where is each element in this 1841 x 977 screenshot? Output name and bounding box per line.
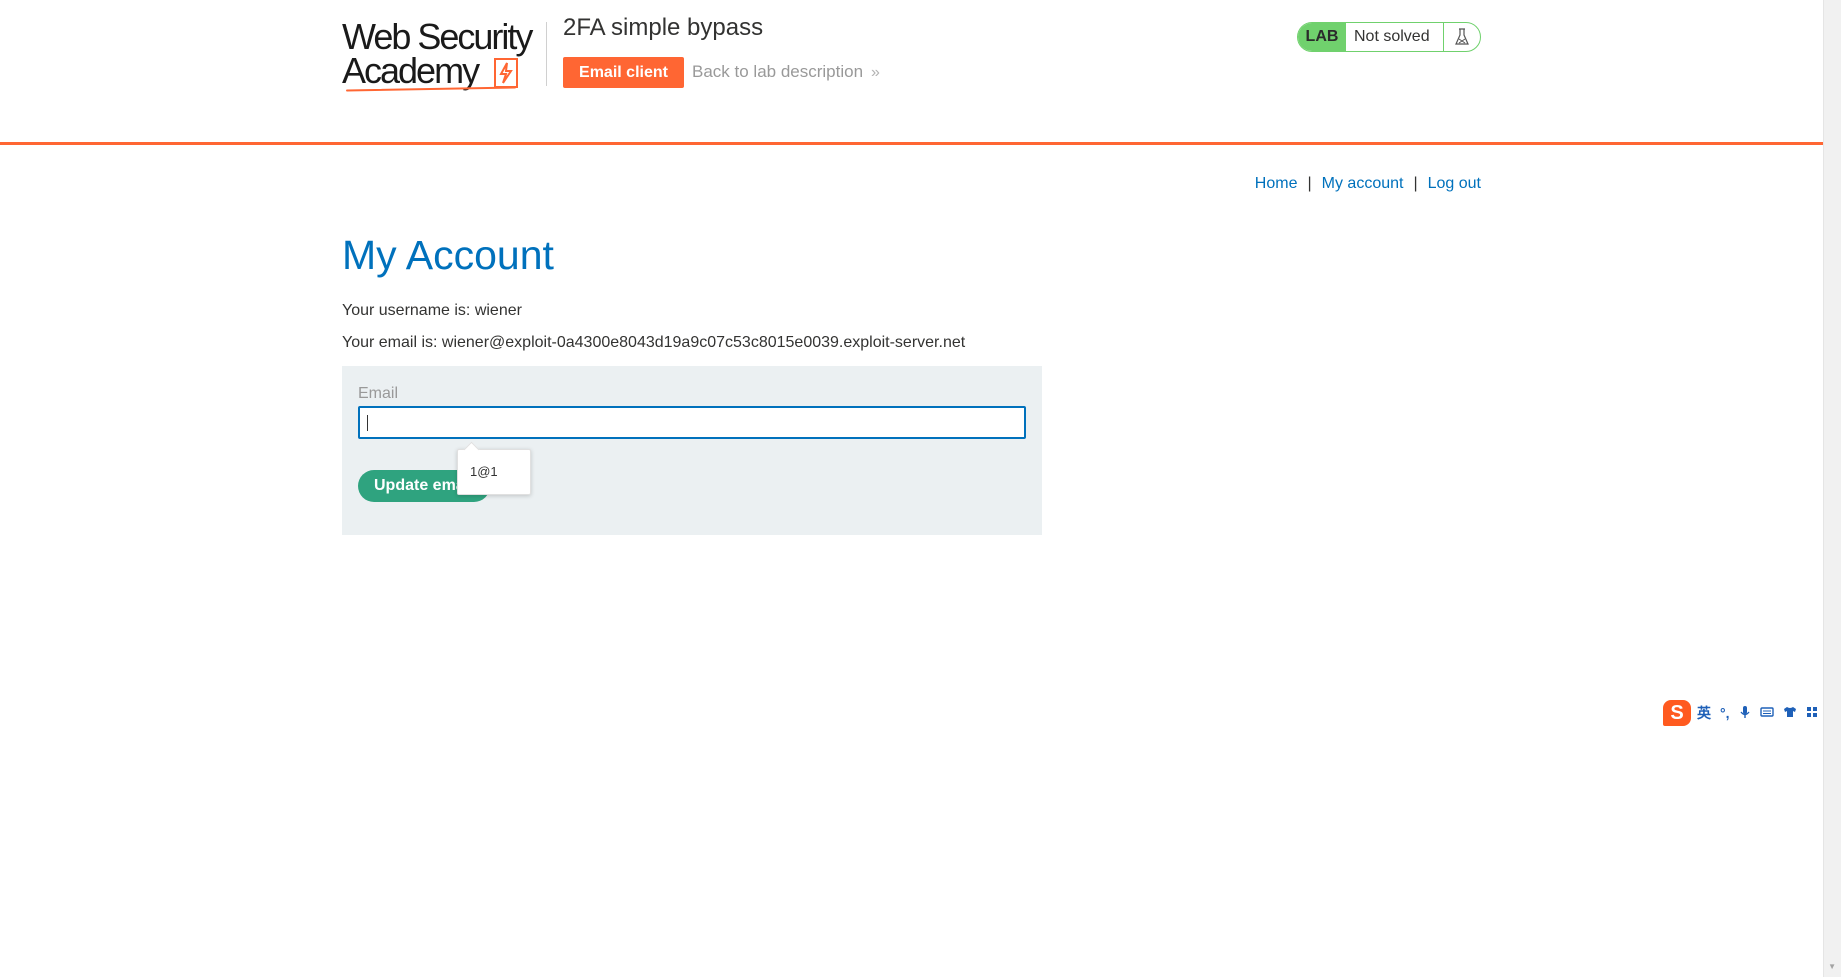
logo-text-line2: Academy: [342, 50, 480, 91]
update-email-form: Email Update email: [342, 366, 1042, 535]
nav-separator: |: [1307, 175, 1312, 192]
back-link-label: Back to lab description: [692, 62, 864, 81]
account-nav: Home | My account | Log out: [1255, 175, 1481, 193]
ime-language-toggle[interactable]: 英: [1697, 703, 1711, 723]
keyboard-icon[interactable]: [1759, 705, 1774, 721]
lab-status-widget: LAB Not solved: [1297, 22, 1481, 52]
ime-punctuation-toggle[interactable]: °,: [1720, 705, 1730, 721]
lab-status-text: Not solved: [1354, 28, 1430, 45]
email-field-label: Email: [358, 385, 399, 402]
back-to-lab-description-link[interactable]: Back to lab description »: [692, 62, 880, 82]
email-line: Your email is: wiener@exploit-0a4300e804…: [342, 334, 966, 351]
site-header: Web Security Academy 2FA simple bypass E…: [0, 0, 1823, 145]
username-line: Your username is: wiener: [342, 302, 522, 319]
logo-text-line1: Web Security: [342, 16, 533, 57]
mic-icon[interactable]: [1739, 705, 1751, 722]
vertical-scrollbar[interactable]: ▼: [1823, 0, 1841, 977]
grid-icon[interactable]: [1806, 705, 1818, 721]
scroll-down-arrow-icon[interactable]: ▼: [1828, 962, 1836, 971]
autocomplete-option[interactable]: 1@1: [470, 464, 498, 479]
email-client-button[interactable]: Email client: [563, 57, 684, 88]
nav-log-out-link[interactable]: Log out: [1428, 175, 1481, 192]
page-title: My Account: [342, 232, 554, 278]
flask-icon[interactable]: [1443, 23, 1480, 51]
email-input[interactable]: [358, 406, 1026, 439]
web-security-academy-logo[interactable]: Web Security Academy: [342, 18, 544, 94]
shirt-icon[interactable]: [1783, 705, 1797, 721]
lab-title: 2FA simple bypass: [563, 14, 764, 41]
nav-my-account-link[interactable]: My account: [1322, 175, 1404, 192]
nav-home-link[interactable]: Home: [1255, 175, 1298, 192]
header-divider: [546, 22, 547, 86]
autocomplete-dropdown: 1@1: [457, 441, 531, 495]
text-caret: [367, 415, 368, 431]
double-chevron-right-icon: »: [871, 64, 880, 81]
lab-badge: LAB: [1298, 23, 1346, 51]
lightning-bolt-icon: [494, 58, 518, 88]
ime-toolbar: S 英 °,: [1663, 698, 1841, 728]
sogou-logo-icon[interactable]: S: [1663, 700, 1691, 726]
nav-separator: |: [1413, 175, 1418, 192]
